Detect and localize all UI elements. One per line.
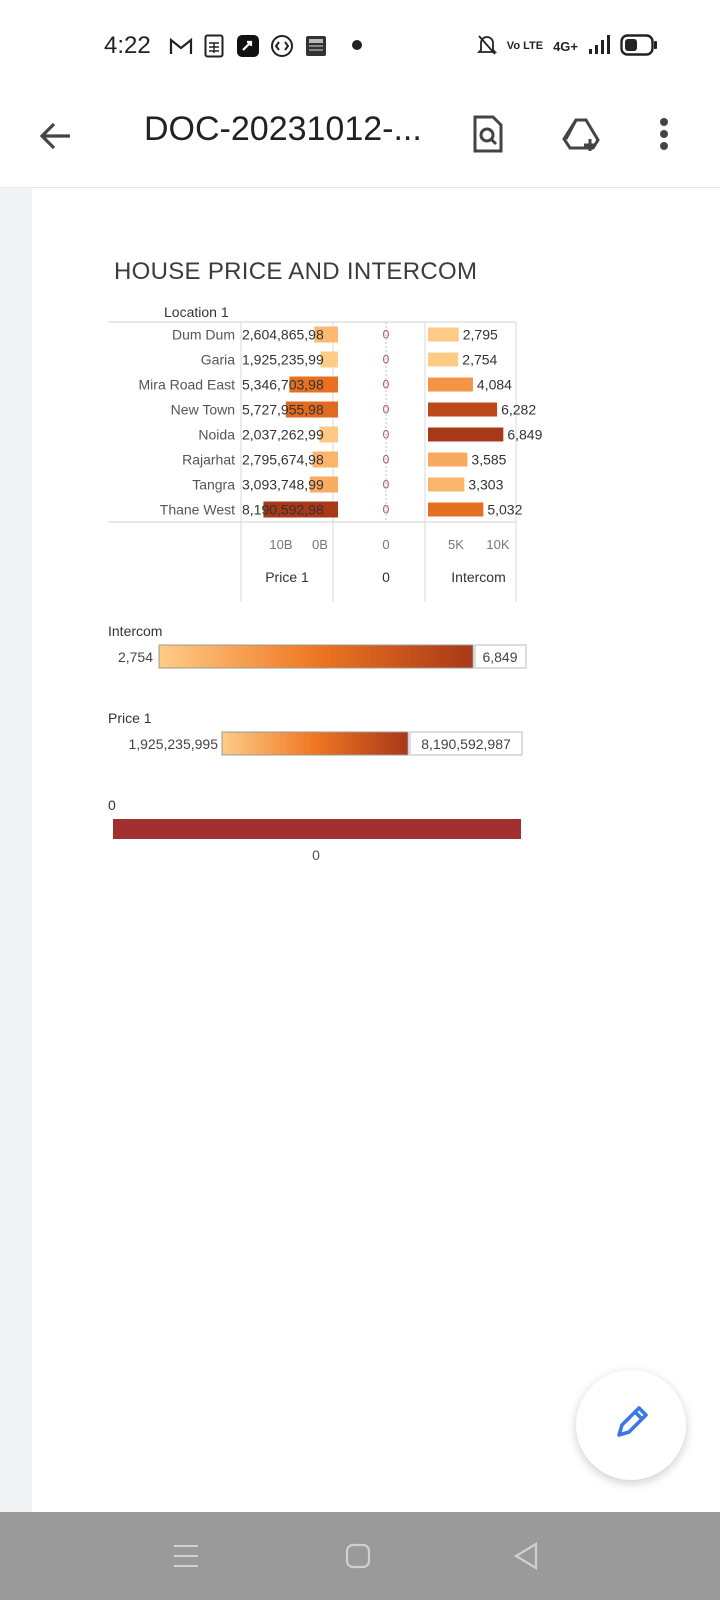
category-label: Dum Dum <box>172 327 235 343</box>
category-label: Tangra <box>192 477 235 493</box>
price-axis-title: Price 1 <box>265 569 309 585</box>
zero-data-label: 0 <box>383 453 390 467</box>
category-label: Mira Road East <box>139 377 236 393</box>
legend-value-label: 0 <box>312 847 320 863</box>
zero-data-label: 0 <box>383 503 390 517</box>
zero-data-label: 0 <box>383 353 390 367</box>
legend-max-label: 8,190,592,987 <box>421 736 511 752</box>
intercom-data-label: 6,849 <box>507 427 542 443</box>
home-icon[interactable] <box>338 1538 378 1574</box>
price-data-label: 2,604,865,98 <box>242 327 324 343</box>
zero-data-label: 0 <box>383 403 390 417</box>
price-tick-label: 10B <box>269 537 292 552</box>
legend-gradient-bar <box>221 731 409 756</box>
legend-max-label: 6,849 <box>482 649 517 665</box>
price-data-label: 2,795,674,98 <box>242 452 324 468</box>
intercom-data-label: 2,795 <box>463 327 498 343</box>
intercom-bar <box>428 427 504 442</box>
intercom-bar <box>428 377 473 392</box>
intercom-bar <box>428 352 459 367</box>
intercom-axis-title: Intercom <box>451 569 505 585</box>
legend-title: Price 1 <box>108 710 152 726</box>
system-nav-bar <box>0 1512 720 1600</box>
intercom-data-label: 2,754 <box>462 352 497 368</box>
row-header-label: Location 1 <box>164 304 229 320</box>
legend-min-label: 1,925,235,995 <box>128 736 218 752</box>
price-data-label: 3,093,748,99 <box>242 477 324 493</box>
legend-min-label: 2,754 <box>118 649 153 665</box>
zero-data-label: 0 <box>383 378 390 392</box>
intercom-bar <box>428 402 498 417</box>
zero-data-label: 0 <box>383 478 390 492</box>
category-label: Noida <box>198 427 235 443</box>
intercom-tick-label: 5K <box>448 537 464 552</box>
intercom-data-label: 5,032 <box>487 502 522 518</box>
category-label: Rajarhat <box>182 452 235 468</box>
zero-data-label: 0 <box>383 428 390 442</box>
pencil-icon <box>611 1403 651 1448</box>
intercom-bar <box>428 452 468 467</box>
zero-axis-title: 0 <box>382 569 390 585</box>
category-label: New Town <box>171 402 235 418</box>
category-label: Garia <box>201 352 235 368</box>
intercom-data-label: 3,585 <box>471 452 506 468</box>
price-data-label: 5,346,703,98 <box>242 377 324 393</box>
zero-data-label: 0 <box>383 328 390 342</box>
intercom-bar <box>428 502 484 517</box>
price-data-label: 1,925,235,99 <box>242 352 324 368</box>
zero-tick-label: 0 <box>382 537 389 552</box>
intercom-data-label: 4,084 <box>477 377 512 393</box>
intercom-data-label: 3,303 <box>468 477 503 493</box>
chart: Location 1 Dum Dum 2,604,865,98 0 2,795 Garia… <box>108 304 543 863</box>
category-label: Thane West <box>160 502 235 518</box>
legend-gradient-bar <box>158 644 474 669</box>
intercom-bar <box>428 327 459 342</box>
back-nav-icon[interactable] <box>508 1538 548 1574</box>
legend-title: Intercom <box>108 623 162 639</box>
intercom-data-label: 6,282 <box>501 402 536 418</box>
price-data-label: 5,727,955,98 <box>242 402 324 418</box>
edit-button[interactable] <box>576 1370 686 1480</box>
legend-title: 0 <box>108 797 116 813</box>
recents-icon[interactable] <box>166 1538 206 1574</box>
price-data-label: 8,190,592,98 <box>242 502 324 518</box>
price-tick-label: 0B <box>312 537 328 552</box>
intercom-tick-label: 10K <box>486 537 509 552</box>
legend-solid-bar <box>113 819 521 839</box>
price-data-label: 2,037,262,99 <box>242 427 324 443</box>
intercom-bar <box>428 477 465 492</box>
